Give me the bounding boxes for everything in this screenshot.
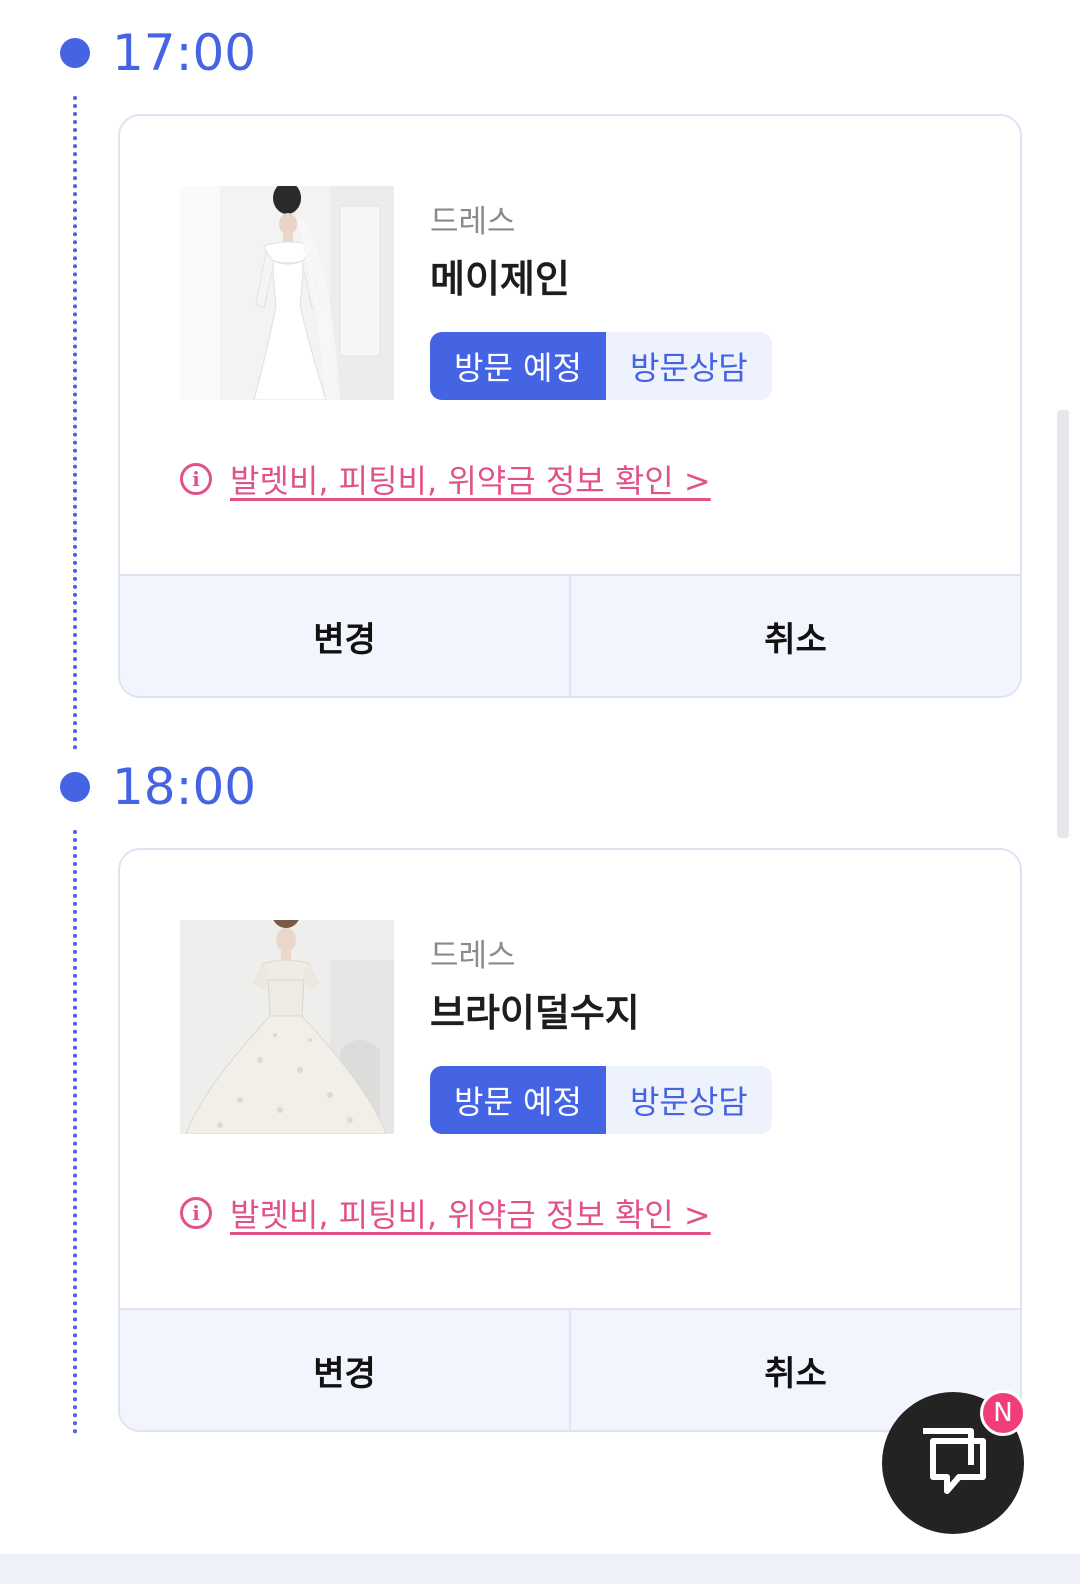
dress-photo[interactable] (180, 920, 394, 1134)
visit-type-badge: 방문상담 (605, 332, 772, 400)
shop-name: 메이제인 (430, 257, 570, 301)
info-icon: i (180, 1197, 212, 1229)
card-actions: 변경 취소 (120, 1308, 1020, 1430)
scrollbar[interactable] (1057, 410, 1069, 838)
fee-info-text: 발렛비, 피팅비, 위약금 정보 확인 > (230, 1196, 711, 1234)
timeline-dot (60, 38, 90, 68)
status-chips: 방문 예정 방문상담 (430, 332, 772, 400)
card-actions: 변경 취소 (120, 574, 1020, 696)
reservation-card: 드레스 메이제인 방문 예정 방문상담 i 발렛비, 피팅비, 위약금 정보 확… (118, 114, 1022, 698)
timeline-line (73, 96, 77, 750)
notification-badge: N (980, 1390, 1026, 1436)
fee-info-link[interactable]: i 발렛비, 피팅비, 위약금 정보 확인 > (180, 456, 711, 502)
shop-name: 브라이덜수지 (430, 991, 640, 1035)
fee-info-text: 발렛비, 피팅비, 위약금 정보 확인 > (230, 462, 711, 500)
status-badge: 방문 예정 (430, 332, 606, 400)
status-badge: 방문 예정 (430, 1066, 606, 1134)
time-label: 17:00 (112, 24, 257, 82)
category-label: 드레스 (430, 204, 516, 240)
fee-info-link[interactable]: i 발렛비, 피팅비, 위약금 정보 확인 > (180, 1190, 711, 1236)
category-label: 드레스 (430, 938, 516, 974)
info-icon: i (180, 463, 212, 495)
reservation-card: 드레스 브라이덜수지 방문 예정 방문상담 i 발렛비, 피팅비, 위약금 정보… (118, 848, 1022, 1432)
dress-photo[interactable] (180, 186, 394, 400)
visit-type-badge: 방문상담 (605, 1066, 772, 1134)
bottom-bar-edge (0, 1554, 1080, 1584)
status-chips: 방문 예정 방문상담 (430, 1066, 772, 1134)
timeline-dot (60, 772, 90, 802)
change-button[interactable]: 변경 (120, 1310, 569, 1430)
timeline-line (73, 830, 77, 1434)
time-label: 18:00 (112, 758, 257, 816)
chat-bubbles-icon (913, 1421, 993, 1505)
change-button[interactable]: 변경 (120, 576, 569, 696)
cancel-button[interactable]: 취소 (569, 576, 1020, 696)
